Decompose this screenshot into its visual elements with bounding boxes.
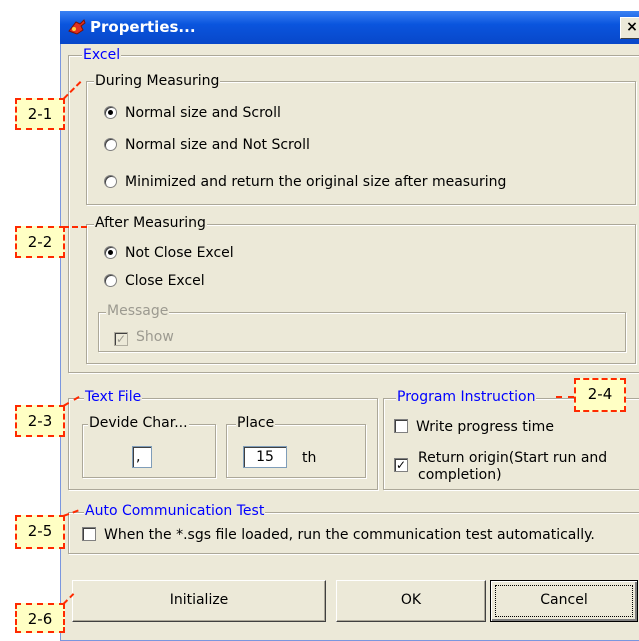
close-icon: ×	[626, 19, 638, 35]
radio-button[interactable]	[104, 274, 117, 287]
checkbox-checked[interactable]: ✓	[394, 458, 408, 472]
callout-connector	[556, 396, 574, 398]
checkbox-label: Show	[136, 329, 174, 345]
radio-label: Normal size and Not Scroll	[125, 137, 310, 153]
place-suffix: th	[302, 450, 317, 466]
radio-normal-scroll[interactable]: Normal size and Scroll	[104, 104, 281, 122]
excel-legend: Excel	[82, 47, 122, 63]
radio-close-excel[interactable]: Close Excel	[104, 272, 205, 290]
place-input[interactable]: 15	[243, 446, 287, 468]
radio-label: Normal size and Scroll	[125, 105, 281, 121]
return-origin-checkbox[interactable]: ✓ Return origin(Start run and completion…	[394, 450, 607, 484]
radio-button-selected[interactable]	[104, 246, 117, 259]
radio-label: Minimized and return the original size a…	[125, 174, 507, 190]
ok-button[interactable]: OK	[336, 580, 486, 622]
checkbox-label-line1: Return origin(Start run and	[418, 450, 608, 466]
message-legend: Message	[106, 303, 170, 319]
checkbox[interactable]	[394, 419, 408, 433]
checkbox-label: Write progress time	[416, 419, 554, 435]
checkbox[interactable]	[82, 527, 96, 541]
write-progress-checkbox[interactable]: Write progress time	[394, 418, 554, 436]
show-checkbox: ✓ Show	[114, 328, 174, 346]
during-measuring-legend: During Measuring	[94, 73, 221, 89]
title-bar[interactable]: Properties... ×	[60, 11, 639, 44]
message-group	[98, 312, 626, 352]
callout-2-5: 2-5	[15, 515, 65, 549]
callout-2-6: 2-6	[15, 603, 65, 633]
initialize-button[interactable]: Initialize	[72, 580, 326, 622]
radio-button[interactable]	[104, 175, 117, 188]
radio-not-close-excel[interactable]: Not Close Excel	[104, 244, 234, 262]
divide-char-input[interactable]: ,	[132, 446, 152, 468]
auto-comm-legend: Auto Communication Test	[84, 503, 266, 519]
app-icon	[68, 19, 86, 35]
checkbox-label: When the *.sgs file loaded, run the comm…	[104, 527, 595, 543]
radio-label: Close Excel	[125, 273, 205, 289]
callout-connector	[63, 226, 87, 228]
window-title: Properties...	[90, 18, 196, 36]
focus-rect	[495, 585, 633, 617]
radio-label: Not Close Excel	[125, 245, 234, 261]
program-instruction-legend: Program Instruction	[396, 389, 537, 405]
radio-minimized[interactable]: Minimized and return the original size a…	[104, 173, 506, 191]
close-button[interactable]: ×	[620, 17, 639, 39]
place-legend: Place	[236, 415, 276, 431]
cancel-button[interactable]: Cancel	[490, 580, 638, 622]
radio-button-selected[interactable]	[104, 106, 117, 119]
checkbox-checked-disabled: ✓	[114, 332, 128, 346]
callout-2-4: 2-4	[574, 378, 626, 412]
callout-2-2: 2-2	[15, 226, 65, 258]
after-measuring-legend: After Measuring	[94, 215, 207, 231]
callout-2-1: 2-1	[15, 98, 65, 130]
checkbox-label-line2: completion)	[418, 467, 502, 483]
divide-char-legend: Devide Char...	[88, 415, 189, 431]
text-file-legend: Text File	[84, 389, 143, 405]
auto-comm-checkbox[interactable]: When the *.sgs file loaded, run the comm…	[82, 526, 595, 544]
radio-button[interactable]	[104, 138, 117, 151]
radio-normal-not-scroll[interactable]: Normal size and Not Scroll	[104, 136, 310, 154]
callout-2-3: 2-3	[15, 405, 65, 437]
